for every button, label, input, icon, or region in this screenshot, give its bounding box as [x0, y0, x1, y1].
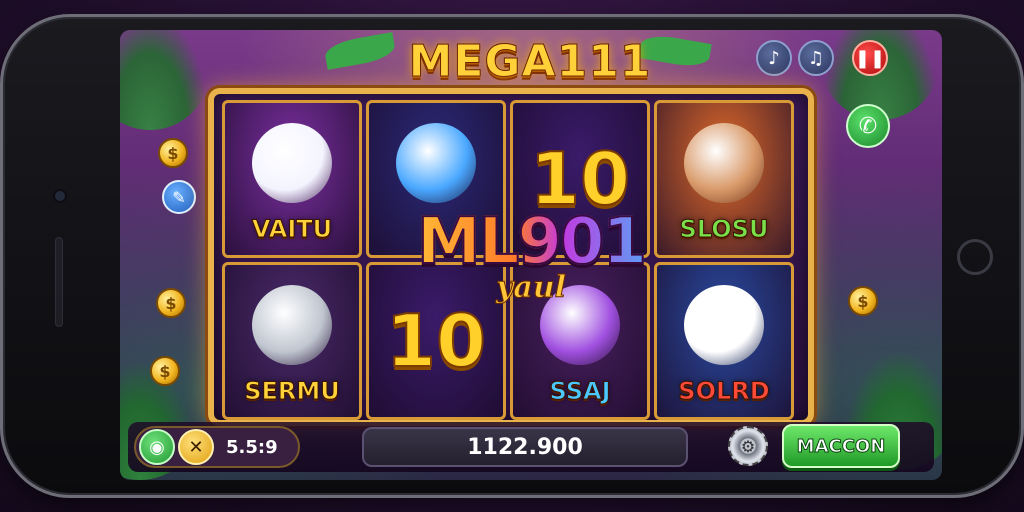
coin-icon: $: [150, 356, 180, 386]
reel-cell-7: SOLRD: [654, 262, 794, 420]
sound-button[interactable]: ♫: [798, 40, 834, 76]
spin-button-label: MACCON: [796, 435, 886, 457]
king-icon: [684, 123, 764, 203]
symbol-label: SLOSU: [679, 215, 769, 244]
coin-icon: $: [156, 288, 186, 318]
barrel-man-icon: [252, 285, 332, 365]
symbol-label: VAITU: [251, 215, 333, 244]
spin-button[interactable]: MACCON: [782, 424, 900, 468]
game-screen: MEGA111 ♪ ♫ ❚❚ ✆ ✎ $ $ $ $ VAITU 10 SLOS…: [120, 30, 942, 480]
bear-icon: [252, 123, 332, 203]
symbol-label: SERMU: [244, 377, 341, 406]
music-icon: ♪: [768, 47, 780, 69]
reel-cell-5: 10: [366, 262, 506, 420]
husky-icon: [684, 285, 764, 365]
speaker-grille: [55, 237, 63, 327]
reel-cell-6: SSAJ: [510, 262, 650, 420]
balance-value: 1122.900: [467, 434, 583, 460]
key-icon: [396, 123, 476, 203]
location-icon[interactable]: ◉: [139, 429, 175, 465]
balance-display: 1122.900: [362, 427, 688, 467]
phone-icon: ✆: [858, 113, 878, 139]
title-banner: MEGA111: [380, 36, 680, 96]
phone-button[interactable]: ✆: [846, 104, 890, 148]
swap-icon[interactable]: ✕: [178, 429, 214, 465]
coin-icon: $: [848, 286, 878, 316]
reel-cell-3: SLOSU: [654, 100, 794, 258]
reel-cell-4: SERMU: [222, 262, 362, 420]
ten-icon: 10: [385, 298, 487, 384]
cup-icon: [540, 285, 620, 365]
camera-icon: [53, 189, 67, 203]
game-title: MEGA111: [408, 36, 652, 88]
pause-icon: ❚❚: [854, 47, 886, 69]
coin-icon: $: [158, 138, 188, 168]
bet-pill[interactable]: ◉ ✕ 5.5:9: [134, 426, 300, 468]
reel-cell-0: VAITU: [222, 100, 362, 258]
reel-frame: VAITU 10 SLOSU SERMU 10 SSAJ SOLRD: [208, 88, 814, 426]
ten-icon: 10: [529, 136, 631, 222]
symbol-label: SOLRD: [678, 377, 770, 406]
palm-decoration: [120, 30, 210, 130]
music-button[interactable]: ♪: [756, 40, 792, 76]
sound-icon: ♫: [807, 47, 825, 69]
reel-cell-1: [366, 100, 506, 258]
pause-button[interactable]: ❚❚: [852, 40, 888, 76]
reel-cell-2: 10: [510, 100, 650, 258]
gear-icon[interactable]: ⚙: [728, 426, 768, 466]
bottom-bar: ◉ ✕ 5.5:9 1122.900 ⚙ MACCON: [128, 422, 934, 472]
home-button[interactable]: [957, 239, 993, 275]
wrench-button[interactable]: ✎: [162, 180, 196, 214]
symbol-label: SSAJ: [549, 377, 611, 406]
wrench-icon: ✎: [172, 187, 186, 207]
bet-value: 5.5:9: [226, 436, 278, 458]
